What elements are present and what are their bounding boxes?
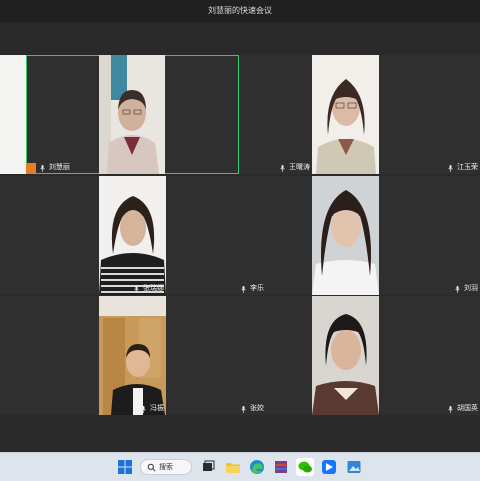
participant-name: 胡国英	[457, 405, 478, 412]
photos-icon[interactable]	[345, 458, 363, 476]
taskbar: 搜索	[0, 452, 480, 481]
winrar-icon[interactable]	[272, 458, 290, 476]
taskbar-search-box[interactable]: 搜索	[140, 459, 192, 475]
microphone-icon	[141, 405, 146, 413]
screen-share-icon	[26, 163, 36, 173]
participant-tile-active-speaker[interactable]: 刘慧丽	[26, 55, 239, 174]
task-view-icon[interactable]	[199, 458, 217, 476]
edge-browser-icon[interactable]	[248, 458, 266, 476]
window-title: 刘慧丽的快速会议	[208, 6, 272, 15]
participant-name: 李乐	[250, 285, 264, 292]
participant-video	[312, 296, 379, 415]
participant-tile-partial-left[interactable]	[0, 55, 26, 174]
participant-name: 刘慧丽	[48, 164, 70, 171]
search-label: 搜索	[159, 464, 173, 471]
microphone-icon	[280, 164, 285, 172]
microphone-icon	[455, 285, 460, 293]
meeting-app-icon[interactable]	[320, 458, 338, 476]
participant-name: 冯振	[150, 405, 164, 412]
search-icon	[147, 463, 156, 479]
microphone-icon	[241, 285, 246, 293]
participant-tile[interactable]: 江玉荣	[312, 55, 480, 174]
participant-tile[interactable]: 冯振	[0, 296, 166, 415]
participant-tile[interactable]: 胡国英	[312, 296, 480, 415]
participant-video	[312, 55, 379, 174]
participant-video	[99, 296, 166, 415]
microphone-icon	[134, 285, 139, 293]
participant-tile[interactable]: 刘羽	[312, 176, 480, 295]
participant-tile[interactable]: 张姣	[166, 296, 312, 415]
window-title-bar: 刘慧丽的快速会议	[0, 0, 480, 22]
participant-name: 江玉荣	[457, 164, 478, 171]
file-explorer-icon[interactable]	[224, 458, 242, 476]
participant-name: 张姣	[250, 405, 264, 412]
participant-name: 王曙涛	[289, 164, 310, 171]
participant-video	[312, 176, 379, 295]
participant-name: 刘羽	[464, 285, 478, 292]
participant-tile[interactable]: 王曙涛	[239, 55, 312, 174]
participant-grid: 刘慧丽 王曙涛 江玉荣 张瑞娜 李乐 刘羽 冯振 张姣 胡国英	[0, 55, 480, 415]
participant-video	[0, 55, 26, 174]
microphone-icon	[241, 405, 246, 413]
wechat-icon[interactable]	[296, 458, 314, 476]
participant-video	[99, 55, 165, 174]
participant-name: 张瑞娜	[143, 285, 164, 292]
microphone-icon	[40, 164, 45, 172]
participant-tile[interactable]: 张瑞娜	[0, 176, 166, 295]
microphone-icon	[448, 405, 453, 413]
microphone-icon	[448, 164, 453, 172]
windows-start-icon[interactable]	[116, 458, 134, 476]
participant-tile[interactable]: 李乐	[166, 176, 312, 295]
participant-video	[99, 176, 166, 295]
